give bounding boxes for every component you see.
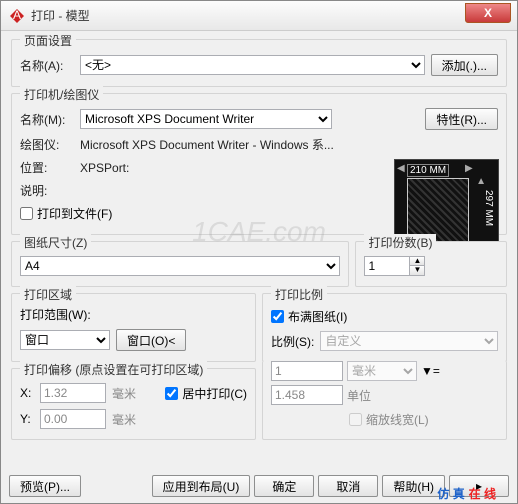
- plot-offset-group: 打印偏移 (原点设置在可打印区域) X: 毫米 居中打印(C) Y: 毫米: [11, 368, 256, 440]
- printer-name-label: 名称(M):: [20, 111, 74, 128]
- expand-button[interactable]: ▸: [449, 475, 509, 497]
- scale-label: 比例(S):: [271, 333, 314, 350]
- location-value: XPSPort:: [80, 161, 129, 175]
- equals-icon: ▼=: [421, 364, 439, 378]
- offset-x-label: X:: [20, 386, 34, 400]
- paper-size-select[interactable]: A4: [20, 256, 340, 276]
- scale-num-unit: 毫米: [347, 361, 417, 381]
- page-setup-name-label: 名称(A):: [20, 57, 74, 74]
- offset-y-input: [40, 409, 106, 429]
- paper-size-group: 图纸尺寸(Z) A4: [11, 241, 349, 287]
- center-plot-checkbox[interactable]: 居中打印(C): [165, 385, 247, 402]
- copies-down[interactable]: ▼: [410, 266, 424, 275]
- plot-what-label: 打印范围(W):: [20, 306, 247, 323]
- page-setup-name-select[interactable]: <无>: [80, 55, 425, 75]
- print-dialog: A 打印 - 模型 X 页面设置 名称(A): <无> 添加(.)... 打印机…: [0, 0, 518, 504]
- plot-area-group: 打印区域 打印范围(W): 窗口 窗口(O)<: [11, 293, 256, 362]
- plotter-value: Microsoft XPS Document Writer - Windows …: [80, 136, 334, 153]
- cancel-button[interactable]: 取消: [318, 475, 378, 497]
- ok-button[interactable]: 确定: [254, 475, 314, 497]
- plot-what-select[interactable]: 窗口: [20, 330, 110, 350]
- title-bar: A 打印 - 模型 X: [1, 1, 517, 31]
- description-label: 说明:: [20, 182, 74, 199]
- scale-den-input: [271, 385, 343, 405]
- printer-properties-button[interactable]: 特性(R)...: [425, 108, 498, 130]
- copies-input[interactable]: [364, 256, 410, 276]
- page-setup-title: 页面设置: [20, 32, 76, 49]
- scale-select: 自定义: [320, 331, 498, 351]
- fit-to-paper-checkbox[interactable]: 布满图纸(I): [271, 308, 347, 325]
- apply-layout-button[interactable]: 应用到布局(U): [152, 475, 251, 497]
- offset-x-unit: 毫米: [112, 385, 136, 402]
- offset-y-label: Y:: [20, 412, 34, 426]
- copies-group: 打印份数(B) ▲▼: [355, 241, 507, 287]
- paper-size-title: 图纸尺寸(Z): [20, 234, 91, 251]
- plot-scale-group: 打印比例 布满图纸(I) 比例(S): 自定义: [262, 293, 507, 362]
- preview-width-label: 210 MM: [407, 164, 449, 177]
- preview-height-label: 297 MM: [483, 190, 494, 226]
- plot-offset-title: 打印偏移 (原点设置在可打印区域): [20, 361, 207, 378]
- offset-x-input: [40, 383, 106, 403]
- close-button[interactable]: X: [465, 3, 511, 23]
- plot-window-button[interactable]: 窗口(O)<: [116, 329, 186, 351]
- copies-title: 打印份数(B): [364, 234, 436, 251]
- scale-lineweights-checkbox: 缩放线宽(L): [349, 411, 429, 428]
- window-title: 打印 - 模型: [31, 7, 90, 24]
- plot-scale-title: 打印比例: [271, 286, 327, 303]
- scale-values-group: 毫米 ▼= 单位 缩放线宽(L): [262, 361, 507, 440]
- dialog-body: 页面设置 名称(A): <无> 添加(.)... 打印机/绘图仪 名称(M): …: [1, 31, 517, 469]
- preview-button[interactable]: 预览(P)...: [9, 475, 81, 497]
- page-setup-group: 页面设置 名称(A): <无> 添加(.)...: [11, 39, 507, 87]
- printer-name-select[interactable]: Microsoft XPS Document Writer: [80, 109, 332, 129]
- scale-num-input: [271, 361, 343, 381]
- add-page-setup-button[interactable]: 添加(.)...: [431, 54, 498, 76]
- app-icon: A: [9, 8, 25, 24]
- plotter-label: 绘图仪:: [20, 136, 74, 153]
- print-to-file-checkbox[interactable]: 打印到文件(F): [20, 205, 112, 222]
- location-label: 位置:: [20, 159, 74, 176]
- svg-text:A: A: [13, 8, 21, 22]
- plot-area-title: 打印区域: [20, 286, 76, 303]
- scale-den-unit: 单位: [347, 387, 417, 404]
- printer-title: 打印机/绘图仪: [20, 86, 103, 103]
- help-button[interactable]: 帮助(H): [382, 475, 445, 497]
- dialog-footer: 预览(P)... 应用到布局(U) 确定 取消 帮助(H) ▸: [1, 469, 517, 503]
- copies-spinner[interactable]: ▲▼: [364, 256, 425, 276]
- offset-y-unit: 毫米: [112, 411, 136, 428]
